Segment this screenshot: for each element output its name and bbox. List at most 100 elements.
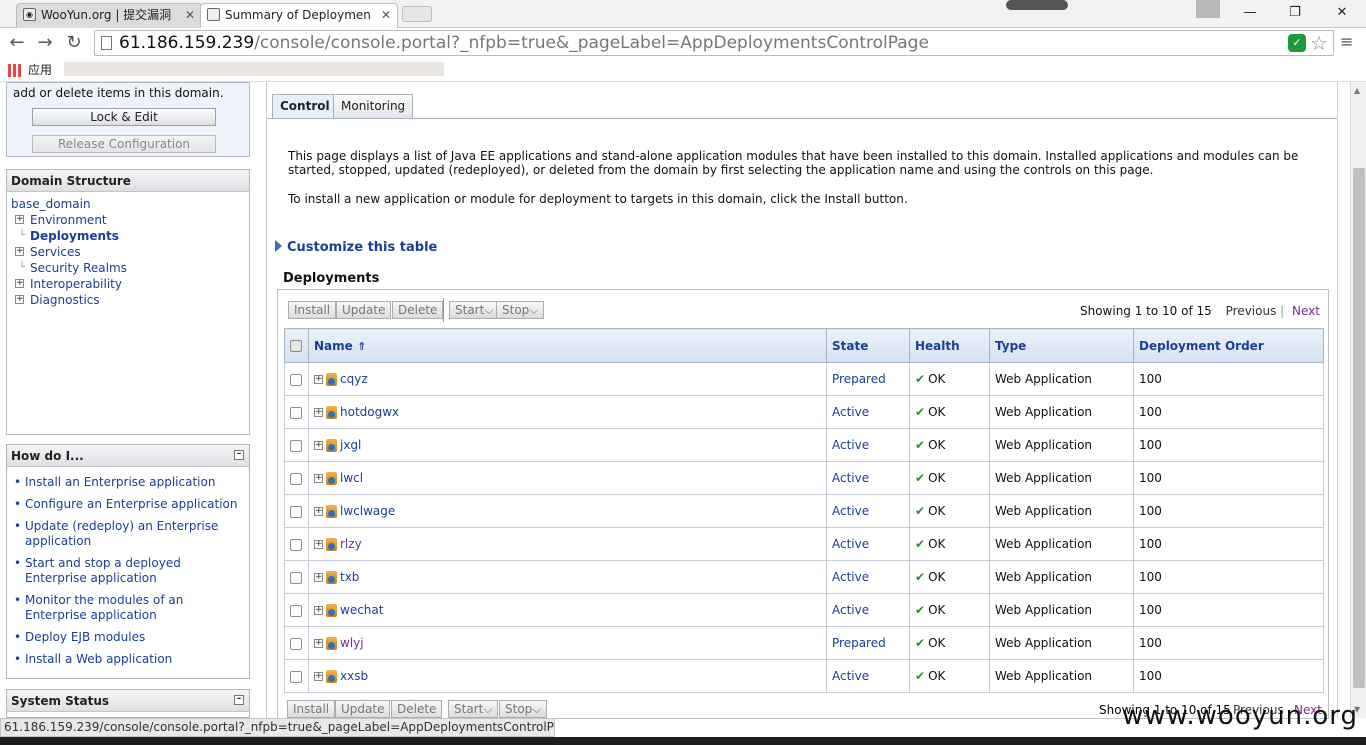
tab-monitoring[interactable]: Monitoring [333,94,414,118]
state-link[interactable]: Prepared [832,372,886,386]
close-tab-icon[interactable]: ✕ [185,4,195,26]
browser-tab-deployments[interactable]: Summary of Deploymen ✕ [200,3,398,28]
user-profile-icon[interactable] [1196,0,1220,18]
expand-icon[interactable]: + [15,295,24,304]
tab-control[interactable]: Control [272,94,338,118]
application-link[interactable]: lwcl [340,471,363,485]
install-button[interactable]: Install [288,301,337,319]
row-checkbox[interactable] [290,505,302,518]
application-link[interactable]: cqyz [340,372,368,386]
state-link[interactable]: Active [832,669,869,683]
browser-tab-wooyun[interactable]: ◉ WooYun.org | 提交漏洞 ✕ [16,3,202,28]
row-checkbox[interactable] [290,472,302,485]
previous-link[interactable]: Previous [1226,304,1277,318]
application-link[interactable]: wechat [340,603,383,617]
tree-item-deployments[interactable]: Deployments [11,229,119,243]
forward-arrow-icon[interactable]: → [34,32,56,54]
stop-dropdown-button-bottom[interactable]: Stop⌵ [499,700,548,718]
expand-icon[interactable]: + [314,507,323,516]
row-checkbox[interactable] [290,406,302,419]
expand-icon[interactable]: + [314,540,323,549]
application-link[interactable]: jxgl [340,438,361,452]
scroll-up-icon[interactable]: ▲ [1354,86,1360,95]
update-button[interactable]: Update [336,301,392,319]
release-configuration-button[interactable]: Release Configuration [32,135,216,153]
help-link[interactable]: Deploy EJB modules [13,630,243,645]
delete-button-bottom[interactable]: Delete [391,700,443,718]
column-type[interactable]: Type [989,328,1134,363]
sort-ascending-icon[interactable]: ⇑ [357,340,366,353]
row-checkbox[interactable] [290,571,302,584]
state-link[interactable]: Active [832,504,869,518]
expand-icon[interactable]: + [15,215,24,224]
tree-item-diagnostics[interactable]: Diagnostics [11,293,100,307]
maximize-icon[interactable]: ❐ [1275,2,1315,24]
application-link[interactable]: lwclwage [340,504,395,518]
shield-extension-icon[interactable]: ✓ [1288,34,1306,52]
address-bar[interactable]: 61.186.159.239/console/console.portal?_n… [94,30,1334,56]
tree-item-environment[interactable]: Environment [11,213,107,227]
delete-button[interactable]: Delete [392,301,444,319]
minimize-icon[interactable]: — [1230,2,1270,24]
application-link[interactable]: hotdogwx [340,405,399,419]
expand-icon[interactable]: + [314,573,323,582]
expand-icon[interactable]: + [314,606,323,615]
column-health[interactable]: Health [909,328,990,363]
state-link[interactable]: Active [832,471,869,485]
next-link[interactable]: Next [1292,304,1320,318]
row-checkbox[interactable] [290,439,302,452]
row-checkbox[interactable] [290,604,302,617]
start-dropdown-button-bottom[interactable]: Start⌵ [448,700,499,718]
application-link[interactable]: rlzy [340,537,362,551]
state-link[interactable]: Active [832,405,869,419]
state-link[interactable]: Prepared [832,636,886,650]
close-tab-icon[interactable]: ✕ [381,4,391,26]
state-link[interactable]: Active [832,570,869,584]
row-checkbox[interactable] [290,538,302,551]
collapse-icon[interactable]: – [234,695,244,705]
update-button-bottom[interactable]: Update [335,700,391,718]
new-tab-button[interactable] [402,6,432,22]
help-link[interactable]: Monitor the modules of an Enterprise app… [13,593,243,623]
column-name[interactable]: Name ⇑ [308,328,827,363]
application-link[interactable]: xxsb [340,669,368,683]
collapse-icon[interactable]: – [234,450,244,460]
row-checkbox[interactable] [290,637,302,650]
expand-icon[interactable]: + [314,441,323,450]
browser-menu-icon[interactable]: ≡ [1340,32,1353,51]
expand-icon[interactable]: + [15,279,24,288]
help-link[interactable]: Install a Web application [13,652,243,667]
column-deployment-order[interactable]: Deployment Order [1133,328,1324,363]
help-link[interactable]: Configure an Enterprise application [13,497,243,512]
customize-table-link[interactable]: Customize this table [275,240,437,255]
start-dropdown-button[interactable]: Start⌵ [449,301,500,319]
column-state[interactable]: State [826,328,910,363]
state-link[interactable]: Active [832,537,869,551]
back-arrow-icon[interactable]: ← [6,32,28,54]
install-button-bottom[interactable]: Install [287,700,336,718]
tree-item-interoperability[interactable]: Interoperability [11,277,122,291]
row-checkbox[interactable] [290,670,302,683]
expand-icon[interactable]: + [15,247,24,256]
apps-shortcut[interactable]: 应用 [8,62,52,78]
tree-root-base-domain[interactable]: base_domain [11,197,91,211]
scroll-thumb[interactable] [1353,168,1365,688]
expand-icon[interactable]: + [314,672,323,681]
select-all-checkbox[interactable] [290,340,302,352]
stop-dropdown-button[interactable]: Stop⌵ [496,301,545,319]
reload-icon[interactable]: ↻ [63,32,85,54]
state-link[interactable]: Active [832,603,869,617]
expand-icon[interactable]: + [314,639,323,648]
vertical-scrollbar[interactable]: ▲ ▼ [1350,82,1366,718]
bookmark-star-icon[interactable]: ☆ [1310,31,1328,55]
tree-item-security-realms[interactable]: Security Realms [11,261,127,275]
close-window-icon[interactable]: ✕ [1322,2,1362,24]
application-link[interactable]: txb [340,570,359,584]
expand-icon[interactable]: + [314,408,323,417]
row-checkbox[interactable] [290,373,302,386]
state-link[interactable]: Active [832,438,869,452]
expand-icon[interactable]: + [314,375,323,384]
help-link[interactable]: Start and stop a deployed Enterprise app… [13,556,243,586]
application-link[interactable]: wlyj [340,636,364,650]
lock-edit-button[interactable]: Lock & Edit [32,108,216,126]
